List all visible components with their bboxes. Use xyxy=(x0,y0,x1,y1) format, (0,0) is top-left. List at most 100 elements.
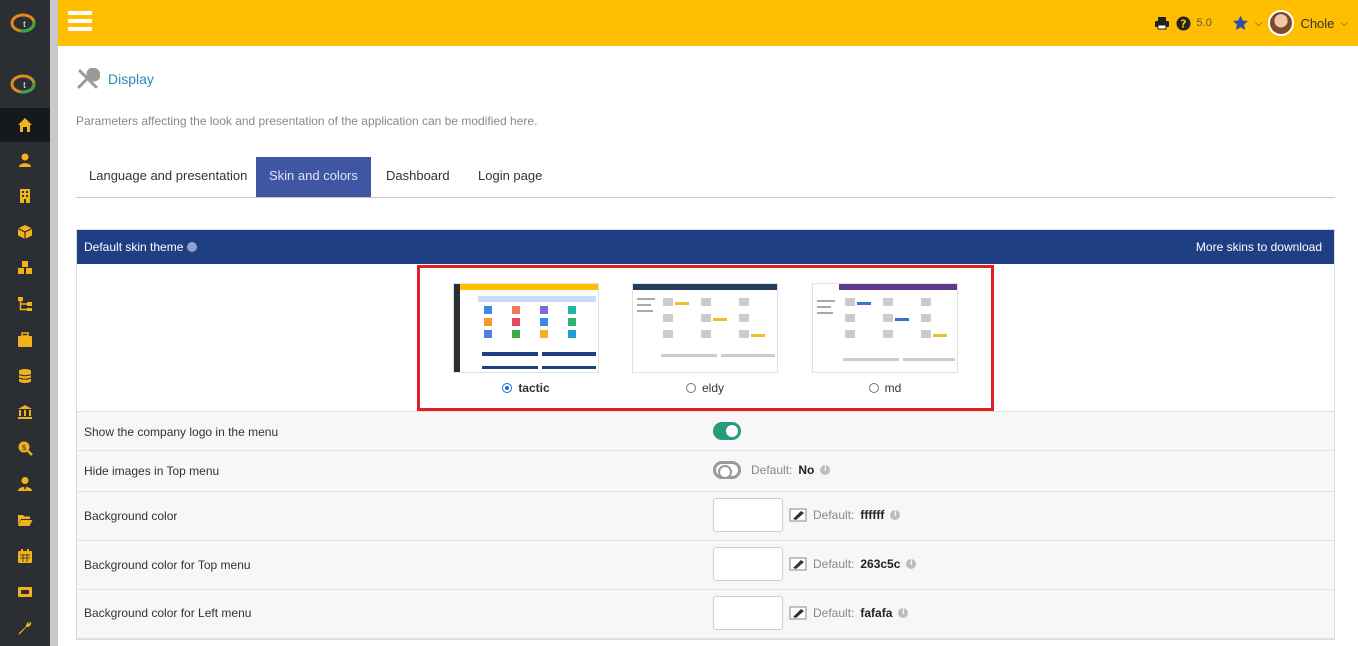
skin-option-md[interactable]: md xyxy=(812,283,958,395)
skin-option-tactic[interactable]: tactic xyxy=(453,283,599,395)
hamburger-bar xyxy=(68,27,92,31)
skin-radio-tactic[interactable] xyxy=(502,383,513,393)
sidebar-item-products[interactable] xyxy=(0,215,50,249)
tab-dashboard[interactable]: Dashboard xyxy=(373,157,463,197)
chevron-down-icon[interactable]: ⌵ xyxy=(1340,18,1348,29)
hamburger-bar xyxy=(68,11,92,15)
sidebar-item-agenda[interactable] xyxy=(0,539,50,573)
company-logo-toggle[interactable] xyxy=(713,422,741,440)
sidebar-item-tools[interactable] xyxy=(0,611,50,645)
skin-name-tactic: tactic xyxy=(518,381,550,395)
chevron-down-icon[interactable]: ⌵ xyxy=(1255,18,1263,29)
tab-language-and-presentation[interactable]: Language and presentation xyxy=(76,157,260,197)
setting-value: Default: fafafa xyxy=(713,596,909,630)
hamburger-bar xyxy=(68,19,92,23)
default-label: Default: xyxy=(813,606,855,620)
skin-thumbnail-md[interactable] xyxy=(812,283,958,373)
color-picker-icon[interactable] xyxy=(789,606,807,620)
sidebar-item-bank[interactable] xyxy=(0,395,50,429)
setting-row-background-top-menu: Background color for Top menu Default: 2… xyxy=(77,541,1334,590)
menu-toggle-button[interactable] xyxy=(68,11,92,31)
skin-label-md[interactable]: md xyxy=(812,381,958,395)
sidebar-item-home[interactable] xyxy=(0,108,50,142)
color-picker-icon[interactable] xyxy=(789,508,807,522)
sidebar-scrollbar[interactable] xyxy=(50,0,58,646)
setting-label: Show the company logo in the menu xyxy=(84,425,279,439)
page-title: Display xyxy=(76,68,154,90)
sidebar-item-companies[interactable] xyxy=(0,179,50,213)
tab-skin-and-colors[interactable]: Skin and colors xyxy=(256,157,371,197)
help-icon[interactable]: ? xyxy=(1176,16,1191,31)
skin-thumbnail-eldy[interactable] xyxy=(632,283,778,373)
skin-name-md: md xyxy=(884,381,902,395)
skin-name-eldy: eldy xyxy=(701,381,724,395)
sidebar-item-projects[interactable] xyxy=(0,287,50,321)
main-content: Display Parameters affecting the look an… xyxy=(58,46,1358,646)
setting-value: Default: 263c5c xyxy=(713,547,917,581)
user-tie-icon xyxy=(18,477,32,491)
sidebar-item-documents[interactable] xyxy=(0,503,50,537)
briefcase-icon xyxy=(18,332,32,347)
svg-text:t: t xyxy=(23,18,26,30)
sitemap-icon xyxy=(18,297,32,311)
default-value: No xyxy=(798,463,815,477)
home-icon xyxy=(18,118,32,132)
box-icon xyxy=(17,225,33,239)
setting-value: Default: ffffff xyxy=(713,498,901,532)
skin-option-eldy[interactable]: eldy xyxy=(632,283,778,395)
bank-icon xyxy=(18,405,32,419)
app-logo-icon: t xyxy=(10,13,36,33)
sidebar-item-tickets[interactable] xyxy=(0,575,50,609)
left-menu-color-input[interactable] xyxy=(713,596,783,630)
more-skins-link[interactable]: More skins to download xyxy=(1196,240,1322,254)
hide-images-toggle[interactable] xyxy=(713,461,741,479)
user-name[interactable]: Chole xyxy=(1300,16,1334,31)
table-header: Default skin theme More skins to downloa… xyxy=(77,230,1334,264)
skin-selection-highlight: tactic eldy md xyxy=(417,265,994,411)
default-label: Default: xyxy=(751,463,793,477)
building-icon xyxy=(20,189,30,203)
sidebar-item-hrm[interactable] xyxy=(0,467,50,501)
ticket-icon xyxy=(18,587,32,597)
skin-label-tactic[interactable]: tactic xyxy=(453,381,599,395)
top-menu-color-input[interactable] xyxy=(713,547,783,581)
info-icon xyxy=(898,607,909,618)
skin-radio-md[interactable] xyxy=(868,383,879,393)
tab-bar: Language and presentation Skin and color… xyxy=(76,157,1335,198)
topbar-right-tools: ? 5.0 ⌵ Chole ⌵ xyxy=(1154,0,1348,46)
sidebar-item-users[interactable] xyxy=(0,143,50,177)
avatar[interactable] xyxy=(1268,10,1295,36)
app-version: 5.0 xyxy=(1196,17,1212,29)
skins-row: tactic eldy md xyxy=(77,264,1334,412)
folder-open-icon xyxy=(18,515,33,526)
cubes-icon xyxy=(18,261,32,274)
top-bar: ? 5.0 ⌵ Chole ⌵ xyxy=(58,0,1358,46)
tab-login-page[interactable]: Login page xyxy=(465,157,555,197)
user-icon xyxy=(19,153,31,167)
sidebar-item-commercial[interactable] xyxy=(0,323,50,357)
skin-radio-eldy[interactable] xyxy=(685,383,696,393)
app-logo[interactable]: t xyxy=(0,0,50,46)
sidebar-item-accounting[interactable]: $ xyxy=(0,431,50,465)
setting-label: Hide images in Top menu xyxy=(84,464,220,478)
setting-row-hide-images: Hide images in Top menu Default: No xyxy=(77,451,1334,492)
setting-row-background-color: Background color Default: ffffff xyxy=(77,492,1334,541)
skin-thumbnail-tactic[interactable] xyxy=(453,283,599,373)
skin-label-eldy[interactable]: eldy xyxy=(632,381,778,395)
info-icon xyxy=(187,241,198,252)
setting-label: Background color for Left menu xyxy=(84,606,252,620)
info-icon xyxy=(906,558,917,569)
setting-value xyxy=(713,422,741,440)
left-sidebar: t t $ xyxy=(0,0,50,646)
color-picker-icon[interactable] xyxy=(789,557,807,571)
sidebar-item-billing[interactable] xyxy=(0,359,50,393)
company-logo[interactable]: t xyxy=(0,66,50,102)
print-icon[interactable] xyxy=(1154,16,1170,30)
tools-icon xyxy=(77,68,100,89)
setting-value: Default: No xyxy=(713,461,831,479)
background-color-input[interactable] xyxy=(713,498,783,532)
bookmarks-star-icon[interactable] xyxy=(1232,15,1249,31)
calendar-icon xyxy=(18,549,32,563)
info-icon xyxy=(820,464,831,475)
sidebar-item-stock[interactable] xyxy=(0,251,50,285)
